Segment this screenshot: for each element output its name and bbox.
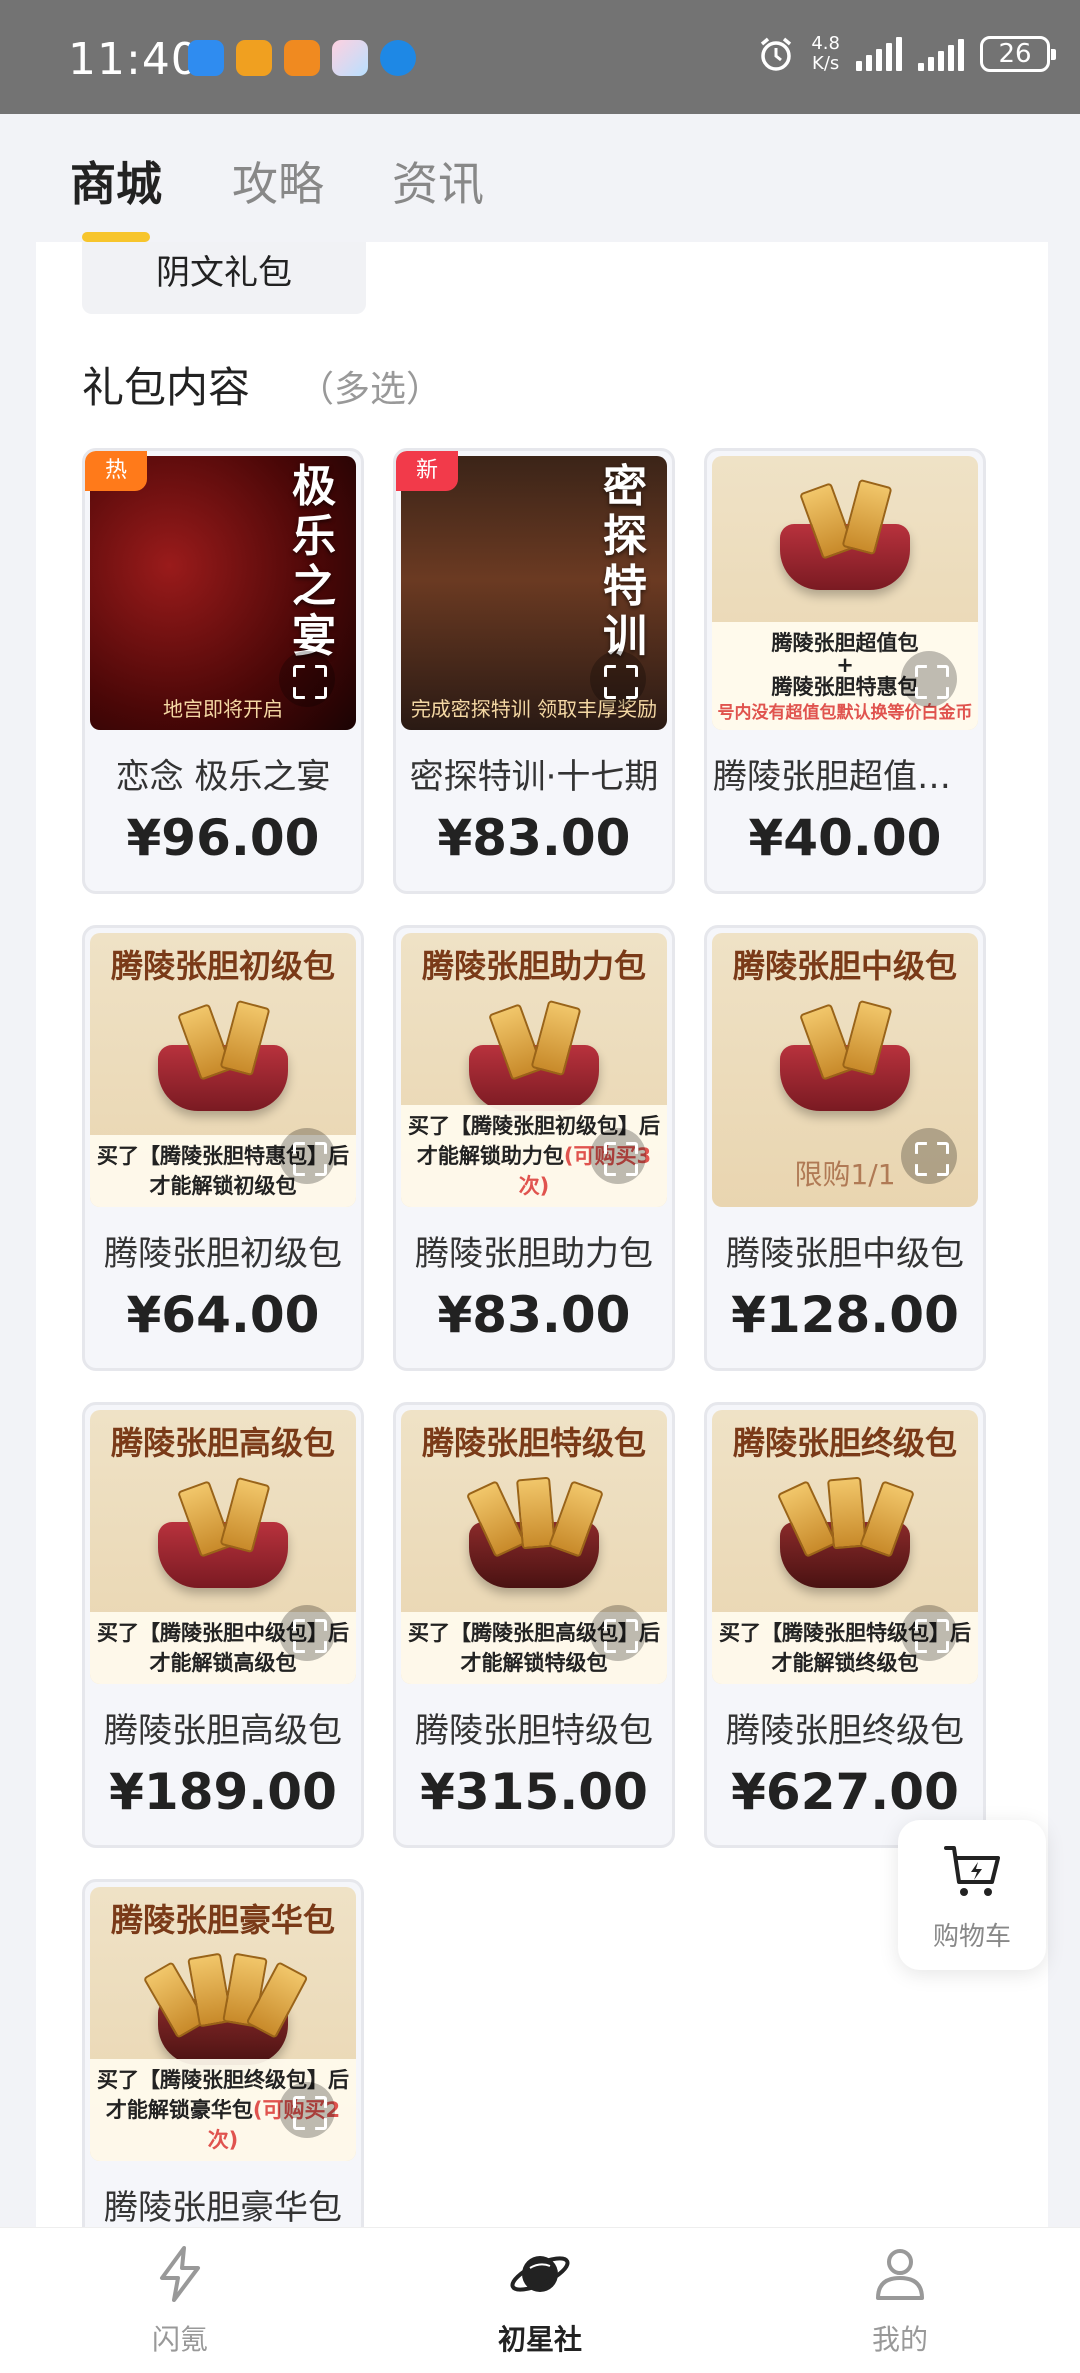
product-price: ¥64.00 — [126, 1286, 320, 1344]
product-price: ¥40.00 — [748, 809, 942, 867]
preview-icon[interactable] — [901, 1128, 957, 1184]
art-title: 腾陵张胆特级包 — [421, 1424, 646, 1462]
chest-illustration — [770, 476, 920, 596]
game-app-icon — [284, 40, 320, 76]
section-title: 礼包内容 — [82, 363, 251, 412]
net-speed: 4.8 K/s — [811, 34, 840, 74]
art-title: 腾陵张胆初级包 — [110, 947, 335, 985]
variant-option-chip[interactable]: 阴文礼包 — [82, 242, 366, 314]
nav-item-profile[interactable]: 我的 — [800, 2228, 1000, 2373]
product-price: ¥96.00 — [126, 809, 320, 867]
product-name: 腾陵张胆特级包 — [415, 1711, 653, 1751]
chest-illustration — [770, 997, 920, 1117]
product-card[interactable]: 腾陵张胆特级包 买了【腾陵张胆高级包】后 才能解锁特级包 腾陵张胆特级包 ¥31… — [393, 1402, 675, 1848]
art-title: 腾陵张胆助力包 — [421, 947, 646, 985]
product-name: 腾陵张胆助力包 — [415, 1234, 653, 1274]
planet-icon — [510, 2256, 570, 2292]
preview-icon[interactable] — [279, 2082, 335, 2138]
preview-icon[interactable] — [590, 1128, 646, 1184]
product-name: 腾陵张胆终级包 — [726, 1711, 964, 1751]
preview-icon[interactable] — [279, 1605, 335, 1661]
net-speed-value: 4.8 — [811, 33, 840, 54]
status-time: 11:40 — [68, 34, 200, 85]
bottom-nav: 闪氪 初星社 我的 — [0, 2227, 1080, 2373]
nav-item-shanke[interactable]: 闪氪 — [80, 2228, 280, 2373]
chest-illustration — [770, 1474, 920, 1594]
chest-illustration — [148, 997, 298, 1117]
cart-label: 购物车 — [932, 1922, 1011, 1952]
product-price: ¥189.00 — [109, 1763, 337, 1821]
signal-icon — [856, 37, 902, 71]
art-title: 腾陵张胆中级包 — [732, 947, 957, 985]
header-tabs: 商城 攻略 资讯 — [0, 114, 1080, 242]
product-name: 腾陵张胆高级包 — [104, 1711, 342, 1751]
person-icon — [876, 2249, 924, 2300]
preview-icon[interactable] — [901, 651, 957, 707]
preview-icon[interactable] — [279, 1128, 335, 1184]
preview-icon[interactable] — [590, 651, 646, 707]
art-note: 才能解锁豪华包 — [105, 2098, 253, 2122]
message-app-icon — [188, 40, 224, 76]
battery-icon: 26 — [980, 36, 1056, 72]
hot-badge: 热 — [85, 451, 147, 491]
product-card[interactable]: 腾陵张胆高级包 买了【腾陵张胆中级包】后 才能解锁高级包 腾陵张胆高级包 ¥18… — [82, 1402, 364, 1848]
signal-2-icon — [918, 37, 964, 71]
art-note: 才能解锁助力包 — [416, 1144, 564, 1168]
product-name: 腾陵张胆超值包… — [713, 757, 983, 797]
browser-app-icon — [380, 40, 416, 76]
alarm-icon — [761, 37, 792, 71]
photos-app-icon — [332, 40, 368, 76]
chest-illustration — [459, 1474, 609, 1594]
art-title: 腾陵张胆豪华包 — [110, 1901, 335, 1939]
product-card[interactable]: 腾陵张胆终级包 买了【腾陵张胆特级包】后 才能解锁终级包 腾陵张胆终级包 ¥62… — [704, 1402, 986, 1848]
product-card[interactable]: 腾陵张胆初级包 买了【腾陵张胆特惠包】后 才能解锁初级包 腾陵张胆初级包 ¥64… — [82, 925, 364, 1371]
chest-illustration — [459, 997, 609, 1117]
nav-label: 闪氪 — [151, 2323, 208, 2356]
preview-icon[interactable] — [901, 1605, 957, 1661]
tab-mall[interactable]: 商城 — [70, 148, 162, 214]
product-price: ¥315.00 — [420, 1763, 648, 1821]
nav-item-chuxingshe[interactable]: 初星社 — [440, 2228, 640, 2373]
product-price: ¥627.00 — [731, 1763, 959, 1821]
nav-label: 初星社 — [497, 2323, 582, 2356]
product-name: 腾陵张胆中级包 — [726, 1234, 964, 1274]
notification-icons — [188, 40, 416, 76]
chest-illustration — [142, 1951, 309, 2071]
product-price: ¥128.00 — [731, 1286, 959, 1344]
chest-illustration — [148, 1474, 298, 1594]
product-price: ¥83.00 — [437, 809, 631, 867]
product-name: 腾陵张胆豪华包 — [104, 2188, 342, 2227]
product-card[interactable]: 腾陵张胆助力包 买了【腾陵张胆初级包】后 才能解锁助力包(可购买3次) 腾陵张胆… — [393, 925, 675, 1371]
product-card[interactable]: 腾陵张胆中级包 限购1/1 腾陵张胆中级包 ¥128.00 — [704, 925, 986, 1371]
lightning-icon — [160, 2246, 200, 2302]
art-title: 极乐之宴 — [292, 461, 336, 662]
status-right: 4.8 K/s 26 — [757, 34, 1056, 74]
weibo-app-icon — [236, 40, 272, 76]
preview-icon[interactable] — [279, 651, 335, 707]
product-name: 腾陵张胆初级包 — [104, 1234, 342, 1274]
product-card[interactable]: 新 密探特训 完成密探特训 领取丰厚奖励 密探特训·十七期 ¥83.00 — [393, 448, 675, 894]
gift-pack-panel: 阴文礼包 礼包内容 （多选） 热 极乐之宴 地宫即将开启 恋念 极乐之宴 ¥96… — [36, 242, 1048, 2227]
section-subtitle: （多选） — [298, 369, 443, 410]
product-card[interactable]: 腾陵张胆超值包 + 腾陵张胆特惠包 号内没有超值包默认换等价白金币 腾陵张胆超值… — [704, 448, 986, 894]
art-title: 腾陵张胆终级包 — [732, 1424, 957, 1462]
product-card[interactable]: 腾陵张胆豪华包 买了【腾陵张胆终级包】后 才能解锁豪华包(可购买2次) 腾陵张胆… — [82, 1879, 364, 2227]
product-price: ¥83.00 — [437, 1286, 631, 1344]
active-tab-indicator — [82, 232, 150, 242]
preview-icon[interactable] — [590, 1605, 646, 1661]
net-speed-unit: K/s — [812, 53, 840, 74]
new-badge: 新 — [396, 451, 458, 491]
art-title: 腾陵张胆高级包 — [110, 1424, 335, 1462]
tab-guides[interactable]: 攻略 — [232, 148, 324, 214]
cart-button[interactable]: 购物车 — [898, 1820, 1046, 1970]
status-bar: 11:40 4.8 K/s 26 — [0, 0, 1080, 114]
shopping-cart-icon — [944, 1846, 1000, 1896]
product-name: 恋念 极乐之宴 — [115, 757, 331, 797]
product-name: 密探特训·十七期 — [409, 757, 659, 797]
nav-label: 我的 — [871, 2323, 928, 2356]
tab-news[interactable]: 资讯 — [392, 148, 484, 214]
product-card[interactable]: 热 极乐之宴 地宫即将开启 恋念 极乐之宴 ¥96.00 — [82, 448, 364, 894]
art-title: 密探特训 — [603, 461, 647, 662]
